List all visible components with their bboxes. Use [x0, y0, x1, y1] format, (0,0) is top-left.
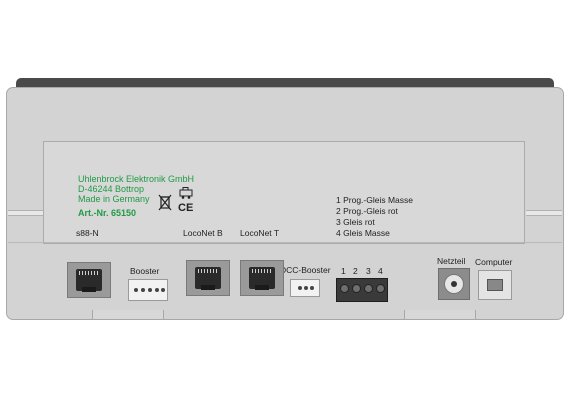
loconet-b-label: LocoNet B [183, 228, 223, 238]
locomotive-icon [177, 186, 195, 199]
terminal-number-4: 4 [378, 266, 383, 276]
terminal-screw-2[interactable] [352, 284, 361, 293]
socket-latch [201, 285, 215, 290]
dcc-booster-pin [298, 286, 302, 290]
socket-pins [198, 269, 218, 273]
dcc-booster-label: DCC-Booster [280, 265, 331, 275]
booster-pin [134, 288, 138, 292]
terminal-screw-4[interactable] [376, 284, 385, 293]
booster-pin [161, 288, 165, 292]
power-jack-ring [444, 274, 464, 294]
s88-socket[interactable] [67, 262, 111, 298]
weee-crossed-bin-icon [157, 193, 173, 211]
s88-label: s88-N [76, 228, 99, 238]
company-address: D-46244 Bottrop [78, 184, 145, 194]
track-terminal-block[interactable] [336, 278, 388, 302]
booster-connector[interactable] [128, 279, 168, 301]
terminal-legend-3: 3 Gleis rot [336, 217, 375, 227]
booster-pin [155, 288, 159, 292]
loconet-t-socket[interactable] [240, 260, 284, 296]
terminal-screw-3[interactable] [364, 284, 373, 293]
socket-pins [79, 271, 99, 275]
terminal-number-1: 1 [341, 266, 346, 276]
left-foot [92, 310, 164, 320]
company-name: Uhlenbrock Elektronik GmbH [78, 174, 195, 184]
right-foot [404, 310, 476, 320]
socket-latch [255, 285, 269, 290]
terminal-number-2: 2 [353, 266, 358, 276]
terminal-legend-2: 2 Prog.-Gleis rot [336, 206, 398, 216]
terminal-legend-4: 4 Gleis Masse [336, 228, 390, 238]
socket-latch [82, 287, 96, 292]
power-jack[interactable] [438, 268, 470, 300]
power-jack-pin [451, 281, 457, 287]
dcc-booster-pin [310, 286, 314, 290]
dcc-booster-pin [304, 286, 308, 290]
power-label: Netzteil [437, 256, 466, 266]
right-side-notch [526, 210, 562, 216]
computer-label: Computer [475, 257, 513, 267]
dcc-booster-connector[interactable] [290, 279, 320, 297]
panel-ridge [8, 242, 562, 243]
made-in-label: Made in Germany [78, 194, 150, 204]
computer-usb-port[interactable] [478, 270, 512, 300]
booster-pin [141, 288, 145, 292]
loconet-b-socket[interactable] [186, 260, 230, 296]
booster-label: Booster [130, 266, 160, 276]
terminal-legend-1: 1 Prog.-Gleis Masse [336, 195, 413, 205]
terminal-number-3: 3 [366, 266, 371, 276]
terminal-screw-1[interactable] [340, 284, 349, 293]
loconet-t-label: LocoNet T [240, 228, 280, 238]
booster-pin [148, 288, 152, 292]
socket-pins [252, 269, 272, 273]
article-number: Art.-Nr. 65150 [78, 208, 137, 218]
ce-mark-icon: CE [178, 202, 194, 214]
left-side-notch [8, 210, 44, 216]
usb-socket-icon [487, 279, 503, 291]
